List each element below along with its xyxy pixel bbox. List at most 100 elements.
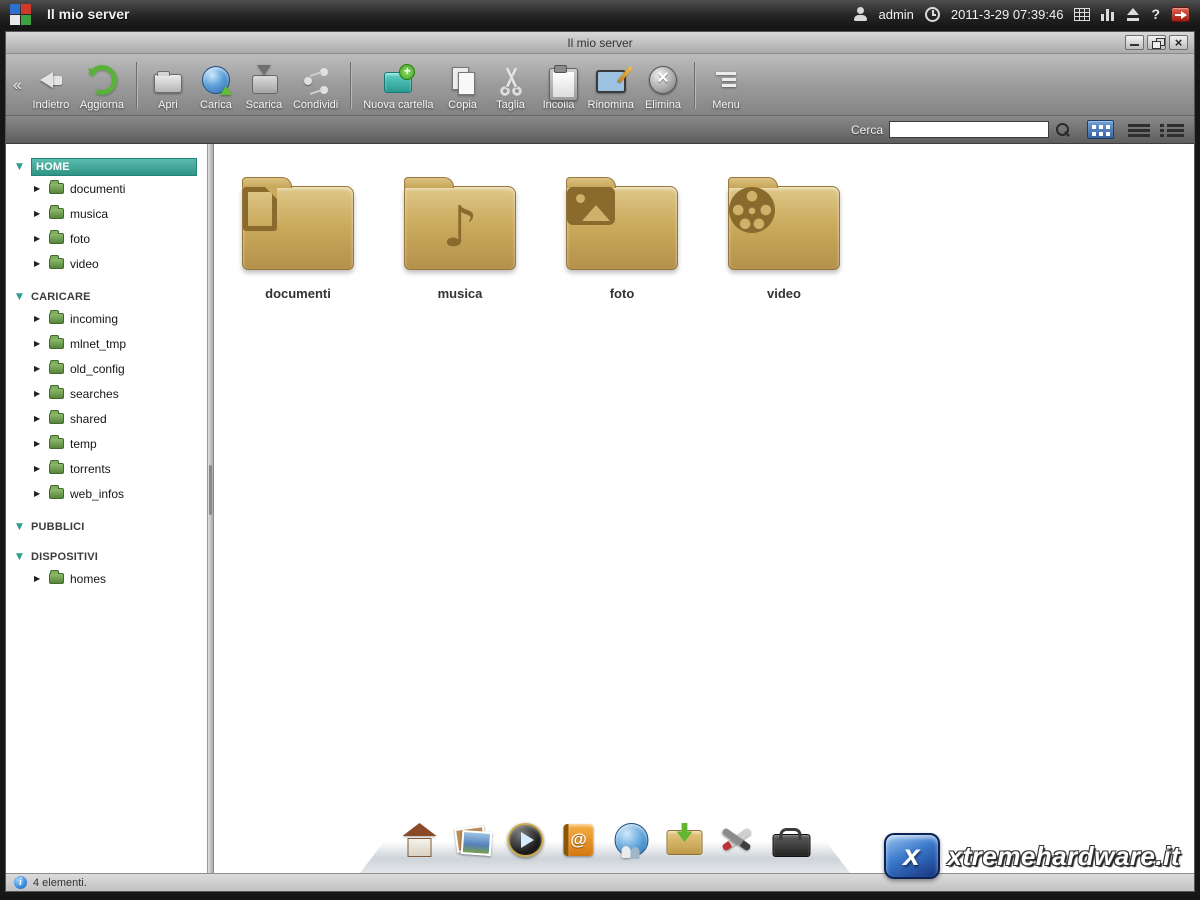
expand-arrow-icon[interactable]: ▶ bbox=[34, 314, 43, 323]
section-collapse-arrow-icon[interactable]: ▼ bbox=[16, 552, 26, 562]
sidebar-item-documenti[interactable]: ▶documenti bbox=[16, 176, 207, 201]
toolbar-button-paste[interactable]: Incolla bbox=[535, 56, 583, 115]
sidebar-item-label: musica bbox=[70, 207, 108, 221]
toolbar-button-label: Rinomina bbox=[588, 99, 634, 111]
expand-arrow-icon[interactable]: ▶ bbox=[34, 574, 43, 583]
toolbar-button-copy[interactable]: Copia bbox=[439, 56, 487, 115]
expand-arrow-icon[interactable]: ▶ bbox=[34, 489, 43, 498]
help-button[interactable]: ? bbox=[1151, 6, 1160, 22]
sidebar-splitter[interactable] bbox=[207, 144, 214, 873]
toolbar-button-share[interactable]: Condividi bbox=[288, 56, 343, 115]
share-icon bbox=[297, 63, 335, 97]
logout-icon[interactable] bbox=[1171, 7, 1190, 22]
sidebar-item-video[interactable]: ▶video bbox=[16, 251, 207, 276]
apps-grid-icon[interactable] bbox=[1074, 8, 1090, 21]
sidebar-item-searches[interactable]: ▶searches bbox=[16, 381, 207, 406]
expand-arrow-icon[interactable]: ▶ bbox=[34, 389, 43, 398]
toolbar-button-menu[interactable]: Menu bbox=[702, 56, 750, 115]
view-grid-button[interactable] bbox=[1087, 120, 1114, 139]
toolbar-button-label: Scarica bbox=[246, 99, 283, 111]
folder-icon bbox=[49, 438, 64, 449]
toolbar-button-label: Elimina bbox=[645, 99, 681, 111]
expand-arrow-icon[interactable]: ▶ bbox=[34, 209, 43, 218]
folder-icon bbox=[49, 183, 64, 194]
sidebar-item-temp[interactable]: ▶temp bbox=[16, 431, 207, 456]
expand-arrow-icon[interactable]: ▶ bbox=[34, 234, 43, 243]
folder-icon bbox=[49, 463, 64, 474]
toolbar-button-cut[interactable]: Taglia bbox=[487, 56, 535, 115]
toolbar-button-refresh[interactable]: Aggiorna bbox=[75, 56, 129, 115]
dock-downloads-icon[interactable] bbox=[665, 821, 705, 859]
sidebar-section-pubblici[interactable]: ▼PUBBLICI bbox=[16, 518, 207, 536]
toolbar-collapse-icon[interactable]: « bbox=[8, 77, 27, 95]
sidebar-item-torrents[interactable]: ▶torrents bbox=[16, 456, 207, 481]
file-browser-area[interactable]: documenti musica foto video bbox=[214, 144, 1194, 873]
folder-foto[interactable]: foto bbox=[566, 174, 678, 301]
sidebar-item-old_config[interactable]: ▶ old_config bbox=[16, 356, 207, 381]
expand-arrow-icon[interactable]: ▶ bbox=[34, 259, 43, 268]
search-input[interactable] bbox=[889, 121, 1049, 138]
minimize-button[interactable] bbox=[1125, 35, 1144, 50]
expand-arrow-icon[interactable]: ▶ bbox=[34, 339, 43, 348]
expand-arrow-icon[interactable]: ▶ bbox=[34, 414, 43, 423]
system-title: Il mio server bbox=[47, 6, 130, 22]
folder-musica[interactable]: musica bbox=[404, 174, 516, 301]
sidebar-item-mlnet_tmp[interactable]: ▶mlnet_tmp bbox=[16, 331, 207, 356]
folder-label: video bbox=[728, 286, 840, 301]
sidebar-section-label: CARICARE bbox=[31, 291, 91, 303]
sidebar-item-label: old_config bbox=[70, 362, 125, 376]
sidebar-section-home[interactable]: ▼ HOME bbox=[16, 158, 207, 176]
view-list-button[interactable] bbox=[1128, 123, 1150, 137]
toolbar-button-download[interactable]: Scarica bbox=[240, 56, 288, 115]
section-collapse-arrow-icon[interactable]: ▼ bbox=[16, 522, 26, 532]
copy-icon bbox=[444, 63, 482, 97]
refresh-icon bbox=[83, 63, 121, 97]
sidebar-item-homes[interactable]: ▶ homes bbox=[16, 566, 207, 591]
toolbar-button-delete[interactable]: Elimina bbox=[639, 56, 687, 115]
view-detail-button[interactable] bbox=[1160, 123, 1184, 137]
toolbar-button-open[interactable]: Apri bbox=[144, 56, 192, 115]
sidebar-section-caricare[interactable]: ▼ CARICARE bbox=[16, 288, 207, 306]
stats-icon[interactable] bbox=[1101, 8, 1115, 21]
toolbar-button-rename[interactable]: Rinomina bbox=[583, 56, 639, 115]
reel-glyph-icon bbox=[729, 187, 775, 233]
expand-arrow-icon[interactable]: ▶ bbox=[34, 464, 43, 473]
toolbar-separator bbox=[350, 62, 351, 109]
dock-tools-icon[interactable] bbox=[718, 821, 758, 859]
sidebar-item-shared[interactable]: ▶shared bbox=[16, 406, 207, 431]
folder-documenti[interactable]: documenti bbox=[242, 174, 354, 301]
sidebar-section-label: HOME bbox=[31, 158, 197, 176]
big-folder-icon bbox=[404, 186, 516, 270]
sidebar-item-web_infos[interactable]: ▶web_infos bbox=[16, 481, 207, 506]
search-icon[interactable] bbox=[1055, 122, 1071, 138]
sidebar-item-incoming[interactable]: ▶incoming bbox=[16, 306, 207, 331]
folder-icon bbox=[49, 573, 64, 584]
expand-arrow-icon[interactable]: ▶ bbox=[34, 184, 43, 193]
dock-media-player-icon[interactable] bbox=[506, 821, 546, 859]
folder-icon bbox=[49, 338, 64, 349]
sidebar-item-musica[interactable]: ▶ musica bbox=[16, 201, 207, 226]
restore-button[interactable] bbox=[1147, 35, 1166, 50]
sidebar-item-label: homes bbox=[70, 572, 106, 586]
expand-arrow-icon[interactable]: ▶ bbox=[34, 364, 43, 373]
dock-toolbox-icon[interactable] bbox=[771, 821, 811, 859]
dock-photos-icon[interactable] bbox=[453, 821, 493, 859]
sidebar-item-foto[interactable]: ▶foto bbox=[16, 226, 207, 251]
dock-home-icon[interactable] bbox=[400, 821, 440, 859]
toolbar-button-back[interactable]: Indietro bbox=[27, 56, 75, 115]
section-collapse-arrow-icon[interactable]: ▼ bbox=[16, 162, 26, 172]
username-label[interactable]: admin bbox=[878, 7, 913, 22]
toolbar-button-upload[interactable]: Carica bbox=[192, 56, 240, 115]
close-button[interactable] bbox=[1169, 35, 1188, 50]
section-collapse-arrow-icon[interactable]: ▼ bbox=[16, 292, 26, 302]
dock-contacts-icon[interactable] bbox=[559, 821, 599, 859]
eject-icon[interactable] bbox=[1126, 8, 1140, 21]
sidebar-section-dispositivi[interactable]: ▼DISPOSITIVI bbox=[16, 548, 207, 566]
splitter-handle[interactable] bbox=[209, 465, 212, 515]
expand-arrow-icon[interactable]: ▶ bbox=[34, 439, 43, 448]
toolbar-button-newfolder[interactable]: Nuova cartella bbox=[358, 56, 438, 115]
folder-video[interactable]: video bbox=[728, 174, 840, 301]
dock-network-icon[interactable] bbox=[612, 821, 652, 859]
window-title: Il mio server bbox=[567, 36, 632, 50]
window-titlebar[interactable]: Il mio server bbox=[6, 32, 1194, 54]
